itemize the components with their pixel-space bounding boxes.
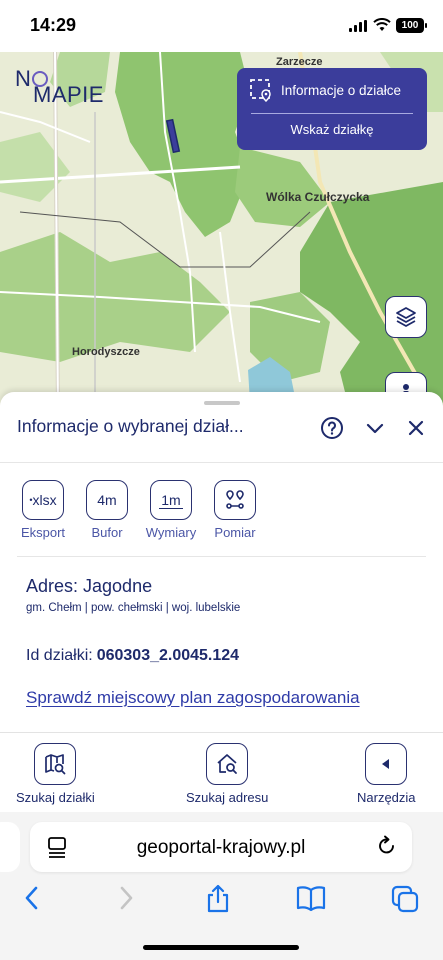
parcel-tools: • xlsx Eksport 4m Bufor 1m Wymiary Pomiar	[15, 480, 263, 540]
tools-divider	[17, 556, 426, 557]
app-logo[interactable]: N MAPIE	[15, 68, 104, 106]
share-icon[interactable]	[204, 884, 232, 919]
export-tool[interactable]: • xlsx Eksport	[15, 480, 71, 540]
chevron-down-icon[interactable]	[364, 417, 386, 439]
browser-chrome: geoportal-krajowy.pl	[0, 812, 443, 960]
parcel-id-row: Id działki: 060303_2.0045.124	[26, 647, 239, 665]
battery-icon: 100	[396, 18, 427, 33]
reload-icon[interactable]	[376, 835, 398, 857]
dimensions-icon: 1m	[150, 480, 192, 520]
forward-icon[interactable]	[116, 884, 136, 917]
map-label-horodyszcze: Horodyszcze	[72, 346, 140, 358]
app-bottom-toolbar: Szukaj działki Szukaj adresu Narzędzia	[0, 732, 443, 812]
parcel-info-label: Informacje o działce	[281, 82, 402, 98]
parcel-details-sheet: Informacje o wybranej dział... • xlsx Eks…	[0, 392, 443, 732]
search-parcel-button[interactable]: Szukaj działki	[16, 743, 95, 805]
address-bar[interactable]: geoportal-krajowy.pl	[30, 822, 412, 872]
wifi-icon	[373, 18, 391, 31]
url-text: geoportal-krajowy.pl	[136, 837, 306, 858]
status-bar: 14:29 100	[0, 0, 443, 52]
home-indicator	[143, 945, 299, 950]
previous-tab-peek[interactable]	[0, 822, 20, 872]
parcel-select-icon	[250, 79, 271, 102]
layers-icon	[396, 307, 416, 327]
sheet-drag-handle[interactable]	[204, 401, 240, 405]
measure-icon	[214, 480, 256, 520]
address-subtitle: gm. Chełm | pow. chełmski | woj. lubelsk…	[26, 602, 241, 614]
map-search-icon	[34, 743, 77, 785]
tabs-icon[interactable]	[390, 884, 420, 919]
parcel-info-button[interactable]: Informacje o działce	[249, 78, 401, 102]
address-title: Adres: Jagodne	[26, 576, 153, 596]
browser-nav-bar	[0, 884, 443, 924]
close-icon[interactable]	[406, 418, 426, 438]
search-address-button[interactable]: Szukaj adresu	[186, 743, 268, 805]
zoning-plan-link[interactable]: Sprawdź miejscowy plan zagospodarowania	[26, 688, 360, 708]
sheet-title: Informacje o wybranej dział...	[17, 416, 244, 436]
map-label-wolka: Wólka Czułczycka	[266, 190, 370, 204]
parcel-id-value: 060303_2.0045.124	[96, 647, 240, 664]
point-parcel-button[interactable]: Wskaż działkę	[237, 122, 427, 137]
bookmarks-icon[interactable]	[295, 884, 327, 917]
buffer-tool[interactable]: 4m Bufor	[79, 480, 135, 540]
triangle-left-icon	[365, 743, 408, 785]
home-search-icon	[206, 743, 249, 785]
help-icon[interactable]	[320, 416, 344, 440]
sheet-divider	[0, 462, 443, 463]
back-icon[interactable]	[22, 884, 42, 917]
buffer-icon: 4m	[86, 480, 128, 520]
parcel-info-panel: Informacje o działce Wskaż działkę	[237, 68, 427, 150]
status-time: 14:29	[30, 15, 77, 35]
layers-button[interactable]	[385, 296, 427, 338]
map-label-zarzecze: Zarzecze	[276, 56, 323, 68]
tools-button[interactable]: Narzędzia	[357, 743, 416, 805]
panel-divider	[251, 113, 413, 114]
parcel-id-label: Id działki:	[26, 647, 93, 664]
measure-tool[interactable]: Pomiar	[207, 480, 263, 540]
xlsx-icon: • xlsx	[22, 480, 64, 520]
cellular-signal-icon	[349, 20, 367, 32]
dimensions-tool[interactable]: 1m Wymiary	[143, 480, 199, 540]
